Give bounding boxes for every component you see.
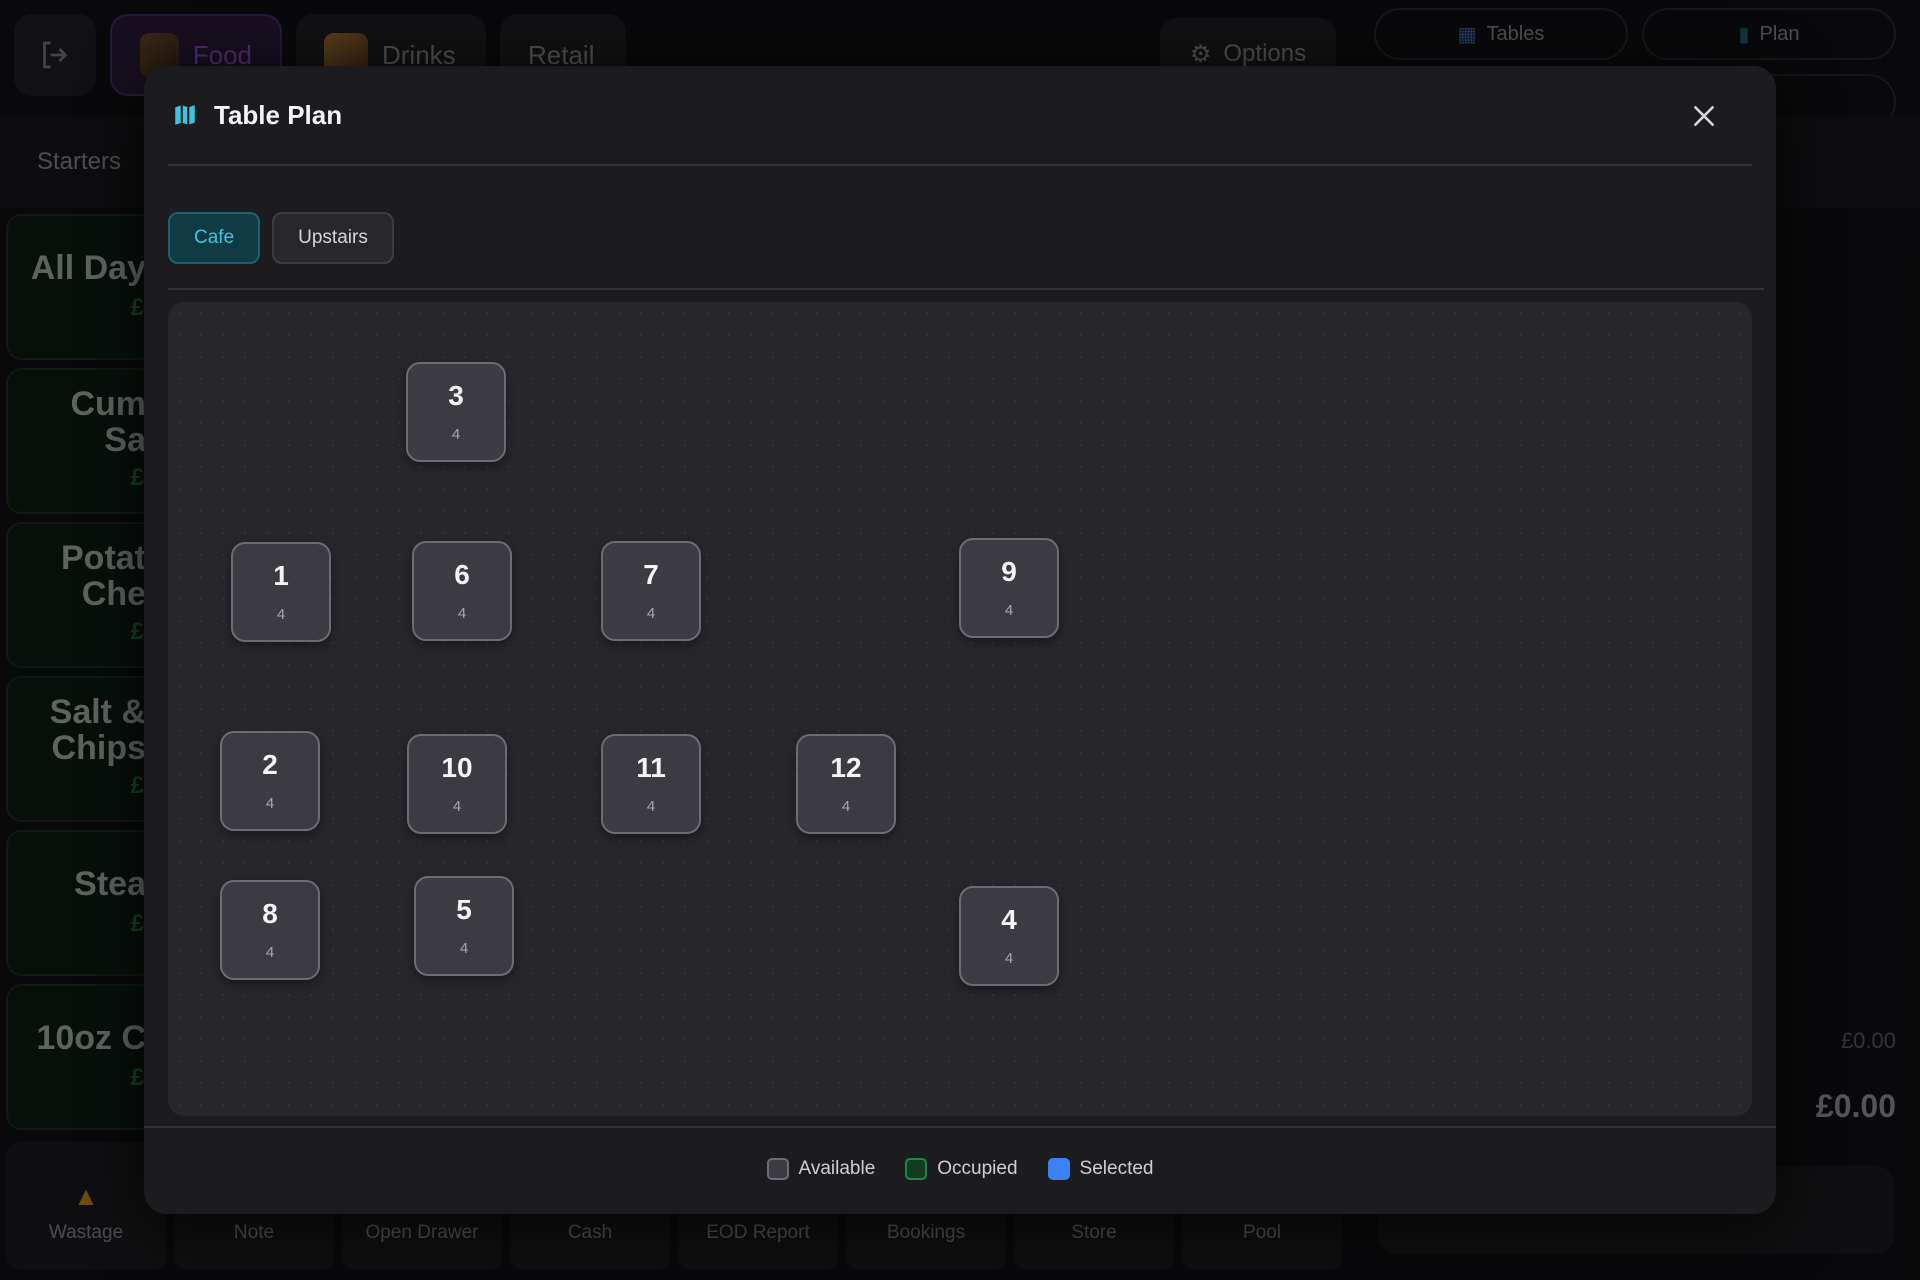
legend-selected: Selected — [1047, 1158, 1154, 1180]
table-11[interactable]: 11 4 — [601, 734, 701, 834]
table-number: 1 — [273, 560, 289, 591]
table-seats: 4 — [841, 798, 851, 815]
table-5[interactable]: 5 4 — [414, 876, 514, 976]
modal-title-text: Table Plan — [214, 99, 343, 130]
legend-label: Available — [798, 1158, 876, 1179]
map-icon — [175, 105, 195, 125]
occupied-swatch — [905, 1158, 928, 1180]
table-seats: 4 — [276, 606, 286, 623]
table-number: 7 — [643, 559, 659, 590]
table-3[interactable]: 3 4 — [406, 362, 506, 462]
table-seats: 4 — [265, 795, 275, 812]
table-8[interactable]: 8 4 — [220, 880, 320, 980]
legend-available: Available — [766, 1158, 876, 1180]
table-seats: 4 — [646, 798, 656, 815]
table-seats: 4 — [457, 605, 467, 622]
modal-title: Table Plan — [168, 100, 342, 131]
table-seats: 4 — [1004, 602, 1014, 619]
legend-occupied: Occupied — [905, 1158, 1018, 1180]
table-seats: 4 — [452, 798, 462, 815]
table-number: 2 — [262, 749, 278, 780]
table-seats: 4 — [451, 426, 461, 443]
table-seats: 4 — [459, 940, 469, 957]
area-tabs: Cafe Upstairs — [168, 212, 394, 264]
close-icon — [1694, 106, 1714, 126]
table-seats: 4 — [265, 944, 275, 961]
table-number: 12 — [830, 752, 862, 783]
table-9[interactable]: 9 4 — [959, 538, 1059, 638]
status-legend: Available Occupied Selected — [144, 1158, 1776, 1180]
table-10[interactable]: 10 4 — [407, 734, 507, 834]
table-6[interactable]: 6 4 — [412, 541, 512, 641]
table-plan-modal: Table Plan Cafe Upstairs 3 4 1 4 6 4 7 4… — [144, 66, 1776, 1214]
table-number: 3 — [448, 380, 464, 411]
table-number: 4 — [1001, 904, 1017, 935]
table-1[interactable]: 1 4 — [231, 542, 331, 642]
selected-swatch — [1047, 1158, 1070, 1180]
table-number: 11 — [636, 752, 666, 783]
floor-plan: 3 4 1 4 6 4 7 4 9 4 2 4 10 4 11 4 12 4 8… — [168, 302, 1752, 1116]
table-number: 9 — [1001, 556, 1017, 587]
table-7[interactable]: 7 4 — [601, 541, 701, 641]
divider — [144, 1126, 1776, 1128]
modal-header: Table Plan — [168, 66, 1752, 166]
table-4[interactable]: 4 4 — [959, 886, 1059, 986]
divider — [168, 288, 1764, 290]
legend-label: Occupied — [937, 1158, 1018, 1179]
legend-label: Selected — [1079, 1158, 1154, 1179]
table-number: 6 — [454, 559, 470, 590]
table-number: 10 — [441, 752, 473, 783]
area-tab-upstairs[interactable]: Upstairs — [272, 212, 394, 264]
area-tab-cafe[interactable]: Cafe — [168, 212, 261, 264]
table-number: 8 — [262, 898, 278, 929]
table-seats: 4 — [646, 605, 656, 622]
table-number: 5 — [456, 894, 472, 925]
available-swatch — [766, 1158, 789, 1180]
table-seats: 4 — [1004, 950, 1014, 967]
close-button[interactable] — [1684, 96, 1724, 136]
table-2[interactable]: 2 4 — [220, 731, 320, 831]
table-12[interactable]: 12 4 — [796, 734, 896, 834]
